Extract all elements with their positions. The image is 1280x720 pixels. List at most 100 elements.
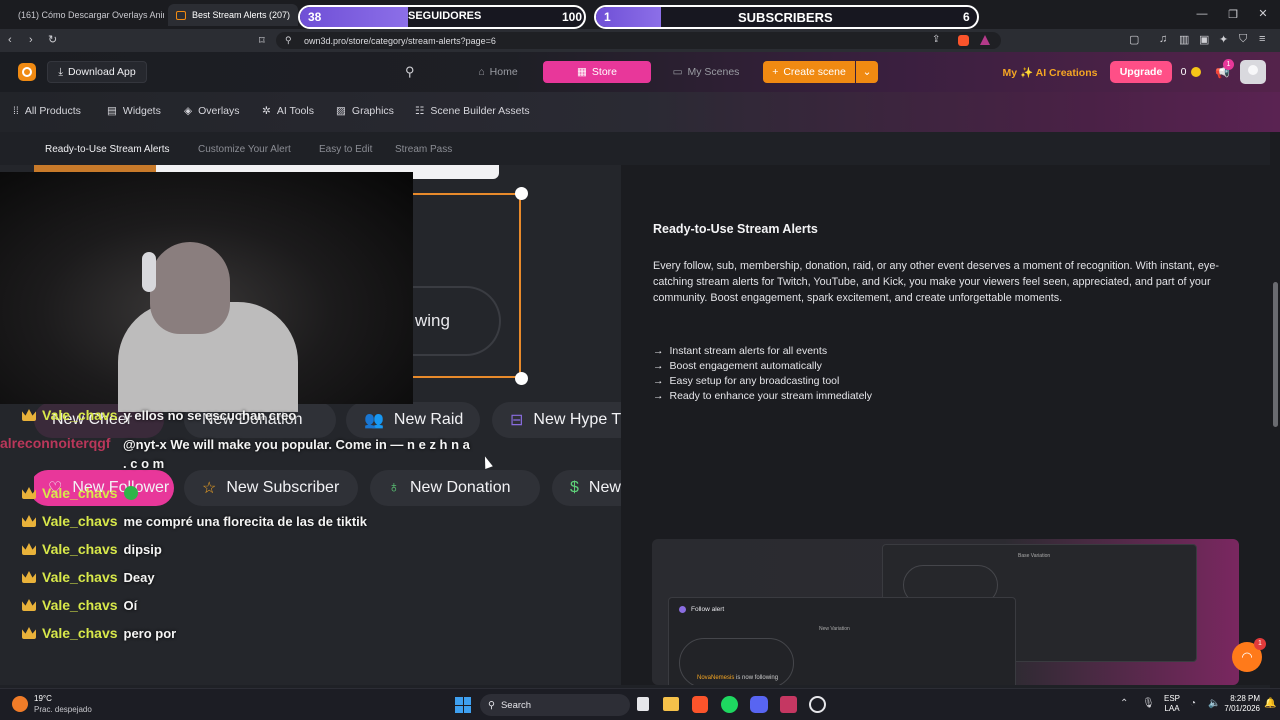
brave-browser-icon[interactable] (692, 696, 708, 713)
weather-icon[interactable] (12, 696, 28, 712)
taskbar-search[interactable]: ⚲ Search (480, 694, 630, 716)
arrow-icon: → (653, 375, 664, 387)
chat-message: Vale_chavs Deay (22, 569, 155, 585)
close-icon[interactable]: ✕ (1256, 7, 1270, 20)
obs-icon[interactable] (809, 696, 826, 713)
volume-icon[interactable]: 🔈 (1208, 698, 1220, 709)
crown-icon (22, 599, 36, 611)
subscribers-goal-bar: 1 SUBSCRIBERS 6 (594, 5, 979, 29)
ai-creations-link[interactable]: My ✨ AI Creations (998, 61, 1102, 83)
task-view-icon[interactable] (637, 697, 649, 711)
tab-ready-to-use[interactable]: Ready-to-Use Stream Alerts (45, 144, 170, 155)
category-widgets[interactable]: ▤ Widgets (107, 105, 161, 117)
weather-temp: 19°C (34, 694, 52, 703)
tab-easy-to-edit[interactable]: Easy to Edit (319, 144, 372, 155)
alert-new-tip[interactable]: $ New (552, 470, 621, 506)
extensions-icon[interactable]: ✦ (1219, 33, 1228, 46)
category-graphics[interactable]: ▨ Graphics (336, 105, 394, 117)
tab-stream-pass[interactable]: Stream Pass (395, 144, 452, 155)
own3d-logo[interactable] (18, 63, 36, 81)
chat-message: alreconnoiterqgf @nyt-x We will make you… (0, 435, 480, 473)
info-body: Every follow, sub, membership, donation,… (653, 260, 1219, 304)
nav-home[interactable]: ⌂ Home (458, 61, 538, 83)
discord-icon[interactable] (750, 696, 768, 713)
nav-my-scenes[interactable]: ▭ My Scenes (662, 61, 750, 83)
menu-icon[interactable]: ≡ (1259, 33, 1265, 45)
grid-icon: ⁞⁞ (13, 105, 19, 117)
upgrade-button[interactable]: Upgrade (1110, 61, 1172, 83)
webcam-person-head (150, 242, 230, 334)
tray-chevron-icon[interactable]: ⌃ (1120, 698, 1128, 709)
scrollbar-thumb[interactable] (1272, 282, 1278, 427)
category-all-products[interactable]: ⁞⁞ All Products (13, 105, 81, 117)
alert-new-hype-train[interactable]: ⊟ New Hype T (492, 402, 621, 438)
bookmark-icon[interactable]: ⌑ (259, 34, 265, 47)
microphone-icon[interactable]: 🎙 (1142, 698, 1155, 709)
screenshot-icon[interactable]: ▢ (1129, 33, 1139, 46)
avatar[interactable] (1240, 60, 1266, 84)
spotify-icon[interactable] (721, 696, 738, 713)
sidebar-icon[interactable]: ▥ (1179, 33, 1189, 46)
nav-my-scenes-label: My Scenes (687, 66, 740, 78)
category-label: All Products (24, 105, 81, 117)
download-app-label: Download App (67, 66, 136, 78)
chat-text: dipsip (123, 541, 162, 557)
minimize-icon[interactable]: — (1195, 8, 1209, 20)
follow-alert-label: Follow alert (691, 606, 725, 613)
wifi-icon[interactable]: ◔ (1190, 698, 1196, 709)
music-icon[interactable]: ♫ (1159, 33, 1167, 45)
resize-handle-bottom[interactable] (515, 372, 528, 385)
maximize-icon[interactable]: ❐ (1226, 8, 1240, 21)
url-bar[interactable]: ⚲ own3d.pro/store/category/stream-alerts… (276, 32, 1001, 49)
train-icon: ⊟ (510, 412, 524, 429)
resize-handle-top[interactable] (515, 187, 528, 200)
forward-icon[interactable]: › (29, 34, 33, 46)
notification-center-icon[interactable]: 🔔 (1264, 698, 1276, 709)
feature-item: → Instant stream alerts for all events (653, 345, 872, 357)
browser-tab-store[interactable]: Best Stream Alerts (207) (168, 4, 298, 26)
category-scene-builder[interactable]: ☷ Scene Builder Assets (415, 105, 530, 117)
input-language[interactable]: ESP LAA (1164, 694, 1180, 714)
brave-shield-icon[interactable] (958, 35, 969, 46)
layout-code: LAA (1164, 704, 1180, 713)
create-scene-label: Create scene (783, 66, 846, 78)
chat-text: Oí (123, 597, 138, 613)
brave-rewards-icon[interactable] (980, 35, 990, 45)
app-icon[interactable] (780, 696, 797, 713)
create-scene-button[interactable]: + Create scene (763, 61, 855, 83)
clock[interactable]: 8:28 PM 7/01/2026 (1222, 694, 1260, 714)
help-badge: 1 (1254, 638, 1266, 650)
page-scrollbar[interactable] (1270, 132, 1280, 688)
share-icon[interactable]: ⇪ (932, 34, 940, 45)
nav-store[interactable]: ▦ Store (543, 61, 651, 83)
file-explorer-icon[interactable] (663, 697, 679, 711)
create-scene-dropdown[interactable]: ⌄ (856, 61, 878, 83)
coins-balance[interactable]: 0 (1178, 61, 1204, 83)
stream-chat: Vale_chavs y ellos no se escuchan creo a… (0, 405, 500, 645)
crown-icon (22, 627, 36, 639)
tab-customize[interactable]: Customize Your Alert (198, 144, 291, 155)
site-settings-icon[interactable]: ⚲ (285, 35, 292, 46)
windows-start-icon[interactable] (455, 697, 471, 713)
following-alert-preview: wing (413, 286, 501, 356)
subscribers-label: SUBSCRIBERS (738, 10, 833, 25)
chat-username: Vale_chavs (42, 513, 118, 529)
download-app-button[interactable]: ⤓ Download App (47, 61, 147, 83)
overlay-icon: ◈ (184, 105, 193, 117)
wallet-icon[interactable]: ▣ (1199, 33, 1209, 46)
feature-item: → Ready to enhance your stream immediatel… (653, 390, 872, 402)
chat-username: Vale_chavs (42, 597, 118, 613)
browser-tab-youtube[interactable]: (161) Cómo Descargar Overlays Anim (4, 4, 164, 26)
category-ai-tools[interactable]: ✲ AI Tools (262, 105, 314, 117)
widget-icon: ▤ (107, 105, 117, 117)
feature-text: Boost engagement automatically (669, 360, 822, 372)
search-icon: ⚲ (488, 699, 495, 711)
reload-icon[interactable]: ↻ (48, 33, 57, 46)
follow-alert-icon (679, 606, 686, 613)
back-icon[interactable]: ‹ (8, 34, 12, 46)
follow-alert-header: Follow alert (679, 606, 724, 613)
crown-icon (22, 487, 36, 499)
category-overlays[interactable]: ◈ Overlays (184, 105, 240, 117)
shield-icon[interactable]: ⛉ (1239, 33, 1247, 46)
search-icon[interactable]: ⚲ (405, 64, 415, 80)
